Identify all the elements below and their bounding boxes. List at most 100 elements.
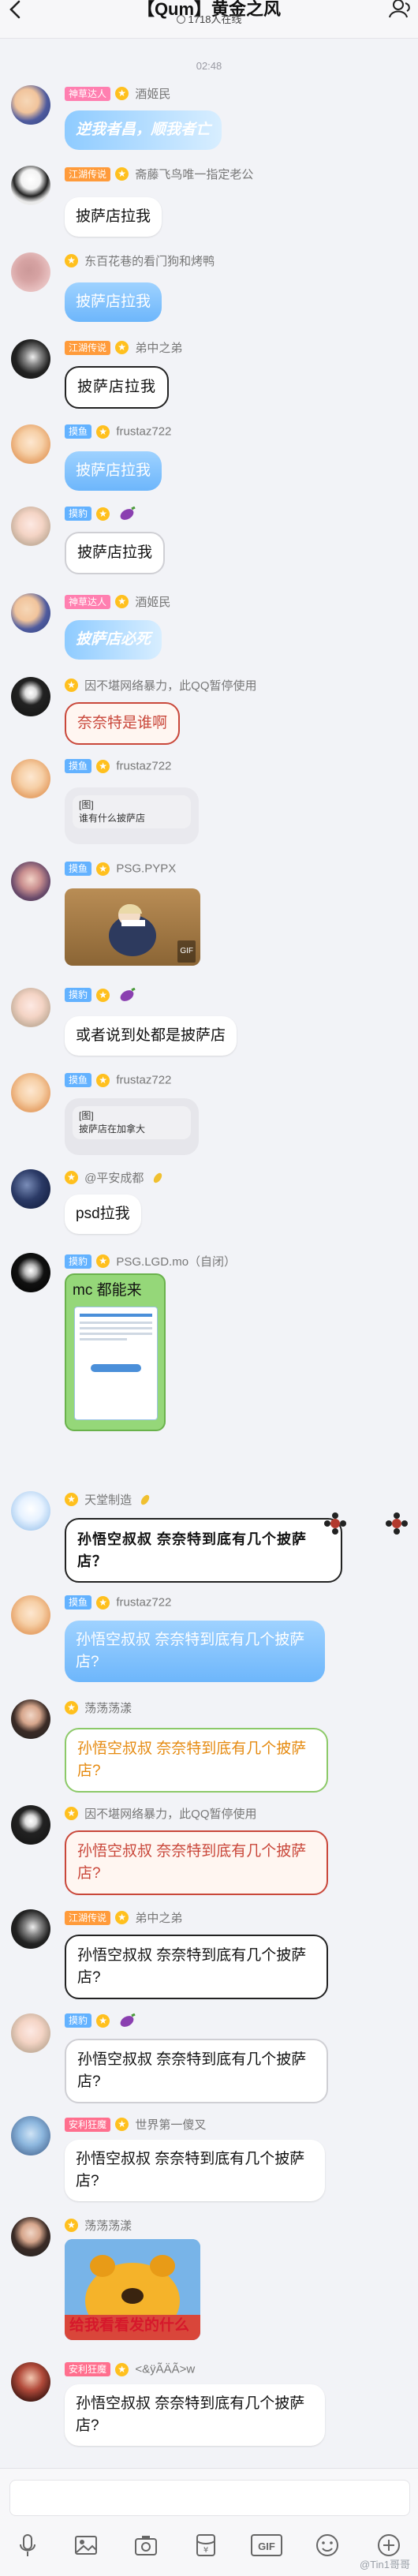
sender-name[interactable]: 因不堪网络暴力，此QQ暂停使用 (84, 679, 256, 693)
message-bubble[interactable]: 奈奈特是谁啊 (65, 702, 181, 745)
image-icon[interactable] (73, 2532, 99, 2559)
sender-name[interactable]: frustaz722 (116, 1596, 171, 1610)
gif-button[interactable]: GIF (251, 2534, 282, 2556)
sender-meta: 江湖传说 ★ 弟中之弟 (65, 1909, 182, 1927)
message-bubble[interactable]: 孙悟空叔叔 奈奈特到底有几个披萨店? (65, 1935, 328, 1999)
message-item: ★ 荡荡荡漾 给我看看发的什么 (0, 2217, 418, 2351)
sender-name[interactable]: frustaz722 (116, 760, 171, 773)
message-bubble[interactable]: [图] 谁有什么披萨店 (65, 787, 199, 844)
red-packet-icon[interactable]: ¥ (192, 2532, 219, 2559)
sender-meta: 摸鱼 ★ frustaz722 (65, 1073, 171, 1090)
message-bubble[interactable]: 孙悟空叔叔 奈奈特到底有几个披萨店? (65, 2140, 325, 2201)
sender-meta: 摸豹 ★ (65, 2013, 136, 2031)
sender-name[interactable]: PSG.PYPX (116, 862, 176, 876)
sender-name[interactable]: 东百花巷的看门狗和烤鸭 (84, 255, 215, 268)
reply-quote: [图] 披萨店在加拿大 (73, 1106, 191, 1139)
message-item: 摸鱼 ★ frustaz722 [图] 披萨店在加拿大 (0, 1073, 418, 1160)
message-bubble[interactable]: 孙悟空叔叔 奈奈特到底有几个披萨店? (65, 2039, 328, 2103)
avatar[interactable] (11, 862, 50, 901)
meme-image[interactable]: 给我看看发的什么 (65, 2239, 200, 2340)
message-item: 摸鱼 ★ frustaz722 [图] 谁有什么披萨店 (0, 759, 418, 846)
voice-icon[interactable] (14, 2532, 41, 2559)
avatar[interactable] (11, 1805, 50, 1845)
sender-name[interactable]: 酒姬民 (135, 596, 170, 609)
avatar[interactable] (11, 1699, 50, 1739)
avatar[interactable] (11, 1491, 50, 1531)
sender-name[interactable]: 因不堪网络暴力，此QQ暂停使用 (84, 1808, 256, 1821)
avatar[interactable] (11, 166, 50, 205)
sender-name[interactable]: 酒姬民 (135, 88, 170, 101)
message-bubble[interactable]: 孙悟空叔叔 奈奈特到底有几个披萨店? (65, 2384, 325, 2446)
sender-name[interactable]: 荡荡荡漾 (84, 2219, 132, 2233)
mc-card-bubble[interactable]: mc 都能来 (65, 1273, 166, 1431)
star-icon: ★ (115, 2118, 129, 2131)
avatar[interactable] (11, 988, 50, 1027)
sender-name[interactable]: frustaz722 (116, 425, 171, 439)
avatar[interactable] (11, 1595, 50, 1635)
avatar[interactable] (11, 339, 50, 379)
camera-icon[interactable] (132, 2532, 159, 2559)
title-badge: 摸鱼 (65, 424, 92, 439)
avatar[interactable] (11, 424, 50, 464)
message-bubble[interactable]: 披萨店拉我 (65, 197, 162, 237)
avatar[interactable] (11, 1169, 50, 1209)
sender-name[interactable]: 弟中之弟 (135, 1912, 182, 1925)
sender-name[interactable]: PSG.LGD.mo（自闭） (116, 1255, 236, 1269)
message-input[interactable] (9, 2480, 410, 2516)
avatar[interactable] (11, 1909, 50, 1949)
avatar[interactable] (11, 2217, 50, 2256)
message-bubble[interactable]: [图] 披萨店在加拿大 (65, 1098, 199, 1155)
title-badge: 安利狂魔 (65, 2362, 111, 2377)
message-bubble[interactable]: 孙悟空叔叔 奈奈特到底有几个披萨店? (65, 1621, 325, 1682)
sender-name[interactable]: @平安成都 (84, 1172, 144, 1185)
star-icon: ★ (65, 254, 78, 267)
flower-decoration-icon (386, 1512, 408, 1535)
sender-meta: ★ 荡荡荡漾 (65, 2217, 132, 2234)
message-bubble[interactable]: 逆我者昌，顺我者亡 (65, 110, 222, 150)
avatar[interactable] (11, 507, 50, 546)
sender-name[interactable]: <&ÿÃÄÃ>w (135, 2363, 195, 2376)
message-item: ★ 因不堪网络暴力，此QQ暂停使用 孙悟空叔叔 奈奈特到底有几个披萨店? (0, 1805, 418, 1895)
sender-meta: ★ 东百花巷的看门狗和烤鸭 (65, 252, 215, 270)
avatar[interactable] (11, 85, 50, 125)
message-item: 安利狂魔 ★ <&ÿÃÄÃ>w 孙悟空叔叔 奈奈特到底有几个披萨店? (0, 2362, 418, 2457)
title-badge: 神草达人 (65, 86, 111, 101)
sender-name[interactable]: 世界第一傻叉 (135, 2118, 206, 2132)
star-icon: ★ (115, 2362, 129, 2376)
gif-image[interactable]: GIF (65, 888, 200, 966)
message-bubble[interactable]: 披萨店拉我 (65, 366, 170, 409)
online-icon (176, 15, 185, 24)
message-bubble[interactable]: 孙悟空叔叔 奈奈特到底有几个披萨店？ (65, 1518, 342, 1583)
avatar[interactable] (11, 593, 50, 633)
message-bubble[interactable]: 披萨店拉我 (65, 532, 166, 574)
avatar[interactable] (11, 1253, 50, 1292)
emoji-icon[interactable] (314, 2532, 341, 2559)
message-bubble[interactable]: 披萨店拉我 (65, 451, 162, 491)
sender-meta: 神草达人 ★ 酒姬民 (65, 593, 170, 611)
avatar[interactable] (11, 2013, 50, 2053)
title-badge: 摸豹 (65, 2013, 92, 2028)
sender-name[interactable]: frustaz722 (116, 1074, 171, 1087)
message-bubble[interactable]: 或者说到处都是披萨店 (65, 1016, 237, 1056)
avatar[interactable] (11, 2116, 50, 2155)
group-members-icon[interactable] (388, 0, 412, 21)
avatar[interactable] (11, 759, 50, 798)
message-bubble[interactable]: 披萨店拉我 (65, 282, 162, 322)
sender-name[interactable]: 荡荡荡漾 (84, 1702, 132, 1715)
message-bubble[interactable]: 孙悟空叔叔 奈奈特到底有几个披萨店? (65, 1728, 328, 1793)
avatar[interactable] (11, 2362, 50, 2402)
star-icon: ★ (96, 1595, 110, 1610)
message-bubble[interactable]: psd拉我 (65, 1195, 141, 1234)
message-item: 摸豹 ★ 披萨店拉我 (0, 507, 418, 578)
plus-icon[interactable] (375, 2532, 402, 2559)
message-bubble[interactable]: 披萨店必死 (65, 620, 162, 660)
avatar[interactable] (11, 252, 50, 292)
sender-name[interactable]: 弟中之弟 (135, 342, 182, 355)
sender-name[interactable]: 斋藤飞鸟唯一指定老公 (135, 168, 253, 181)
sender-meta: 江湖传说 ★ 弟中之弟 (65, 339, 182, 357)
avatar[interactable] (11, 1073, 50, 1112)
avatar[interactable] (11, 677, 50, 716)
sender-name[interactable]: 天堂制造 (84, 1494, 132, 1507)
message-bubble[interactable]: 孙悟空叔叔 奈奈特到底有几个披萨店? (65, 1830, 328, 1895)
message-item: 摸鱼 ★ frustaz722 孙悟空叔叔 奈奈特到底有几个披萨店? (0, 1595, 418, 1682)
